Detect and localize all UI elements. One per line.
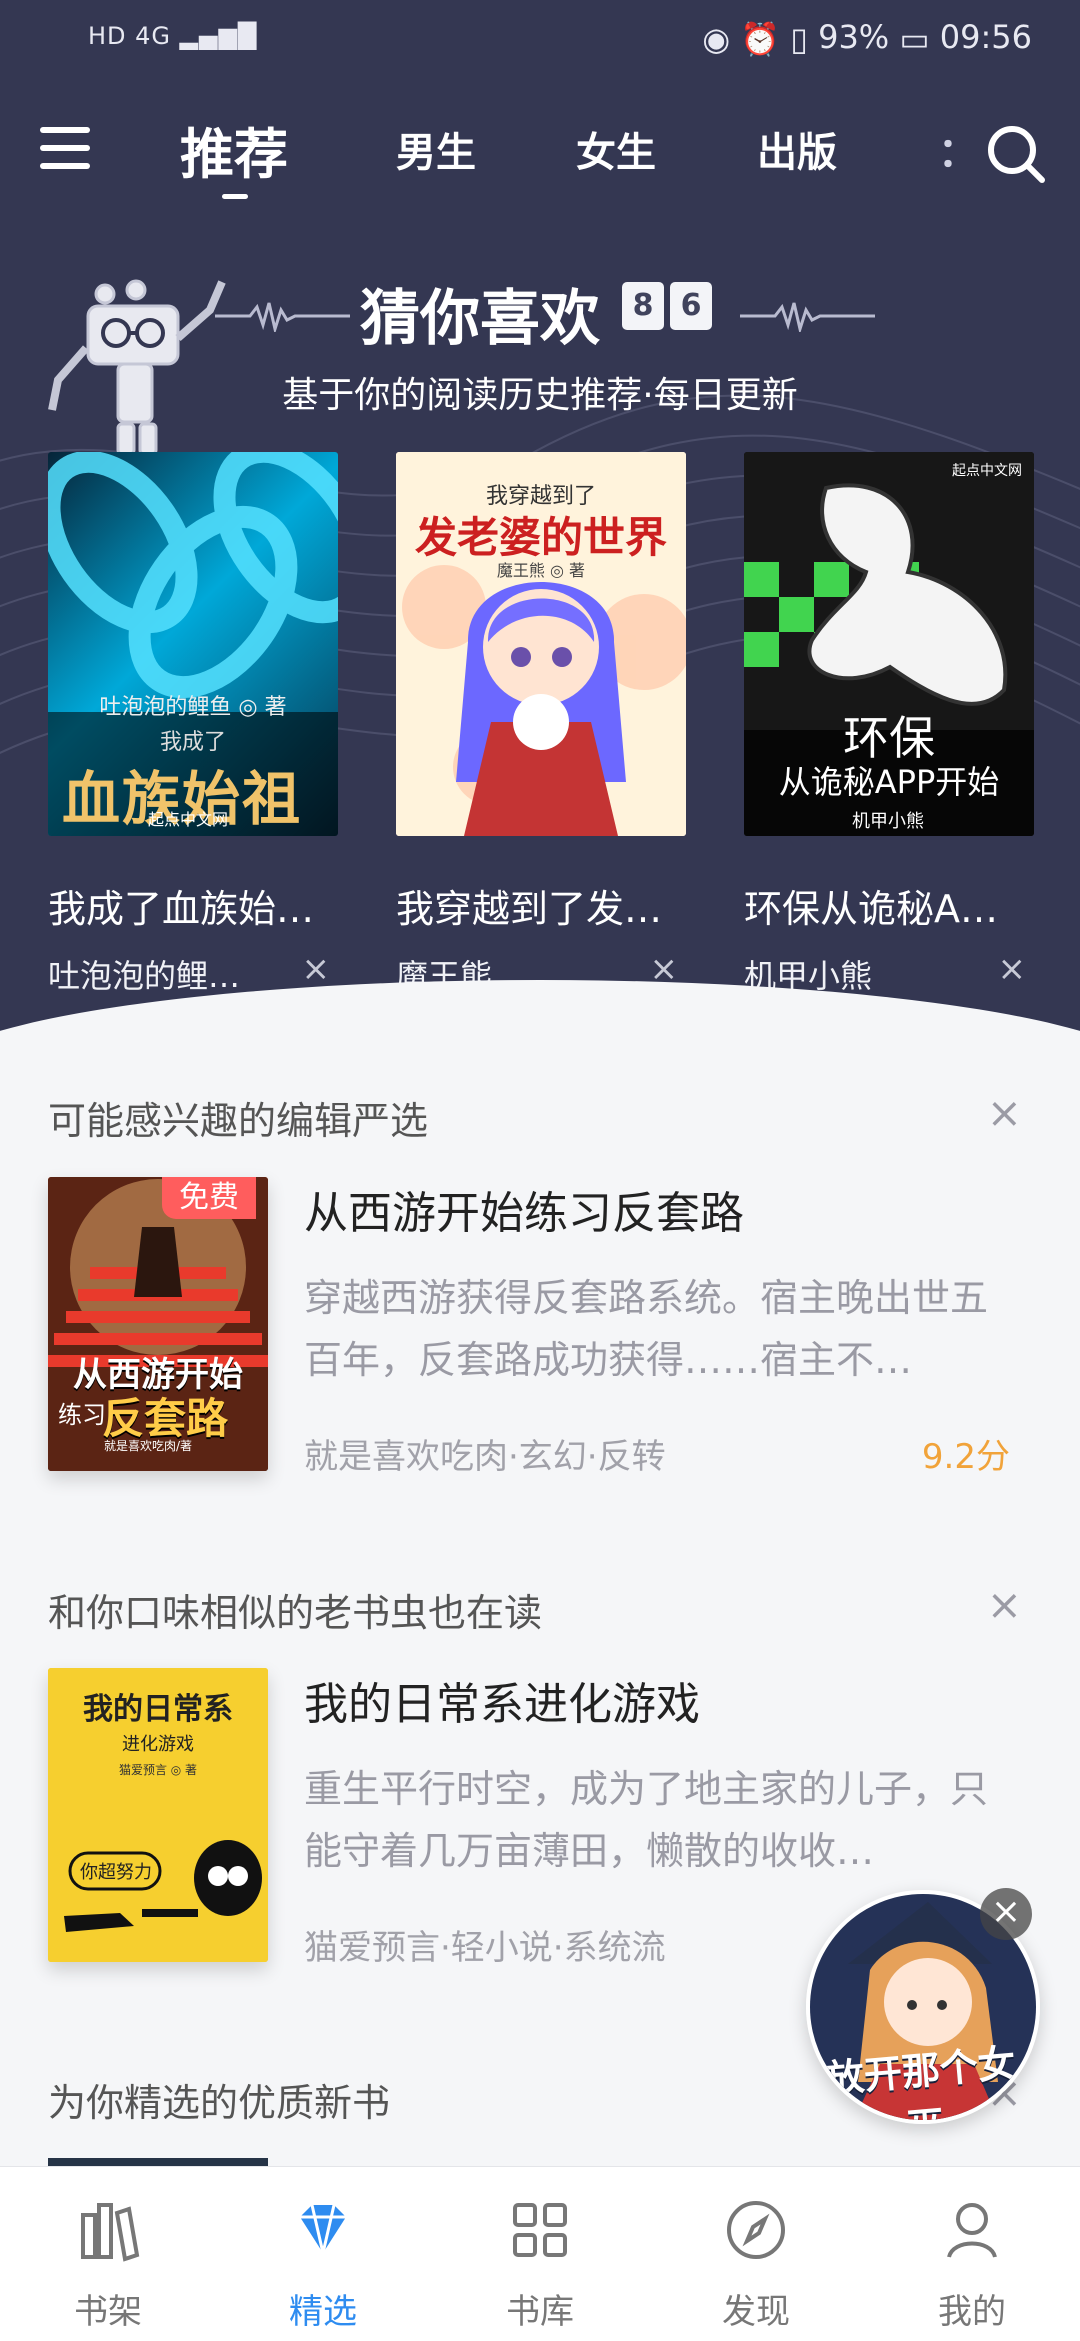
recommendation-subtitle: 基于你的阅读历史推荐·每日更新 [282, 375, 798, 416]
section-heading: 和你口味相似的老书虫也在读 [48, 1591, 543, 1635]
dismiss-icon[interactable]: × [998, 949, 1027, 989]
book-cover[interactable]: 我穿越到了 发老婆的世界 魔王熊 ◎ 著 [396, 452, 686, 836]
eye-icon: ◉ [702, 20, 731, 58]
guess-you-like-title: 猜你喜欢 [360, 284, 600, 354]
close-icon[interactable]: × [987, 1088, 1022, 1137]
search-icon[interactable] [984, 122, 1046, 184]
date-digits: 86 [622, 282, 718, 338]
date-digit: 6 [670, 282, 712, 330]
tab-male[interactable]: 男生 [396, 120, 476, 178]
bottom-tab-label: 发现 [722, 2292, 790, 2332]
close-icon[interactable]: × [980, 1888, 1032, 1940]
hero-book-card[interactable]: 起点中文网 环保 从诡秘APP开始 机甲小熊 环保从诡秘A… 机甲小熊 × [744, 452, 1034, 997]
recommendation-hero: HD 4G ▂▄▆█ ◉ ⏰ ▯ 93% ▭ 09:56 推荐 男生 女生 出版… [0, 0, 1080, 1050]
bottom-tab-profile[interactable]: 我的 [902, 2197, 1042, 2333]
user-icon [947, 2203, 997, 2258]
system-status: ◉ ⏰ ▯ 93% ▭ 09:56 [702, 18, 1032, 58]
free-badge: 免费 [162, 1177, 256, 1219]
bottom-tab-library[interactable]: 书库 [470, 2197, 610, 2333]
dismiss-icon[interactable]: × [302, 949, 331, 989]
network-status: HD 4G ▂▄▆█ [88, 22, 258, 50]
bottom-tab-discover[interactable]: 发现 [686, 2197, 826, 2333]
book-cover[interactable]: 我的日常系 进化游戏 猫爱预言 ◎ 著 你超努力 [48, 1668, 268, 1962]
section-heading: 为你精选的优质新书 [48, 2081, 391, 2125]
menu-icon[interactable] [40, 127, 90, 169]
book-author: 魔王熊 × [396, 949, 679, 995]
book-author: 机甲小熊 × [744, 949, 1027, 995]
date-digit: 8 [622, 282, 664, 330]
tab-partial[interactable]: ： [938, 120, 978, 178]
book-title[interactable]: 我穿越到了发… [396, 878, 686, 933]
alarm-icon: ⏰ [740, 20, 781, 58]
book-description: 穿越西游获得反套路系统。宿主晚出世五百年，反套路成功获得……宿主不… [304, 1276, 989, 1382]
bottom-tab-label: 书架 [74, 2292, 142, 2332]
bottom-tab-label: 书库 [506, 2292, 574, 2332]
book-meta: 猫爱预言·轻小说·系统流 [304, 1928, 666, 1968]
top-navigation: 推荐 男生 女生 出版 ： [0, 100, 1080, 210]
close-icon[interactable]: × [987, 1580, 1022, 1629]
tab-recommend[interactable]: 推荐 [180, 110, 288, 199]
book-title[interactable]: 我成了血族始… [48, 878, 338, 933]
grid-icon [513, 2203, 567, 2257]
bottom-navigation: 书架 精选 书库 发现 我的 [0, 2166, 1080, 2341]
book-title[interactable]: 从西游开始练习反套路 [304, 1177, 744, 1241]
book-description: 重生平行时空，成为了地主家的儿子，只能守着几万亩薄田，懒散的收收… [304, 1767, 989, 1873]
book-cover[interactable]: 起点中文网 环保 从诡秘APP开始 机甲小熊 [744, 452, 1034, 836]
battery-icon: ▭ [899, 20, 930, 58]
book-score: 9.2分 [921, 1437, 1010, 1477]
hero-book-card[interactable]: 吐泡泡的鲤鱼 ◎ 著 我成了 血族始祖 起点中文网 我成了血族始… 吐泡泡的鲤…… [48, 452, 338, 997]
bottom-tab-bookshelf[interactable]: 书架 [38, 2197, 178, 2333]
book-author: 吐泡泡的鲤… × [48, 949, 331, 995]
sound-wave-icon [215, 302, 350, 332]
sound-wave-icon [740, 302, 875, 332]
dismiss-icon[interactable]: × [650, 949, 679, 989]
bottom-tab-label: 我的 [938, 2292, 1006, 2332]
hero-book-card[interactable]: 我穿越到了 发老婆的世界 魔王熊 ◎ 著 我穿越到了发… 魔王熊 × [396, 452, 686, 997]
diamond-icon [300, 2204, 346, 2254]
recommended-book-card[interactable]: 免费 从西游开始 练习 反套路 就是喜欢吃肉/著 从西游开始练习反套路 穿越西游… [48, 1177, 1038, 1477]
bottom-tab-featured[interactable]: 精选 [253, 2197, 393, 2333]
book-cover[interactable]: 吐泡泡的鲤鱼 ◎ 著 我成了 血族始祖 起点中文网 [48, 452, 338, 836]
compass-icon [727, 2201, 785, 2259]
book-meta: 就是喜欢吃肉·玄幻·反转 [304, 1437, 666, 1477]
bottom-tab-label: 精选 [289, 2292, 357, 2332]
battery-percent: 93% [818, 18, 890, 56]
clock: 09:56 [939, 18, 1032, 56]
next-book-cover-edge [48, 2158, 268, 2166]
vibrate-icon: ▯ [790, 20, 808, 58]
book-title[interactable]: 我的日常系进化游戏 [304, 1668, 700, 1732]
bookshelf-icon [81, 2203, 140, 2262]
robot-illustration-icon [48, 279, 226, 456]
tab-female[interactable]: 女生 [576, 120, 656, 178]
book-cover[interactable]: 免费 从西游开始 练习 反套路 就是喜欢吃肉/著 [48, 1177, 268, 1471]
section-heading: 可能感兴趣的编辑严选 [48, 1099, 429, 1143]
book-title[interactable]: 环保从诡秘A… [744, 878, 1034, 933]
tab-publishing[interactable]: 出版 [757, 120, 837, 178]
status-bar: HD 4G ▂▄▆█ ◉ ⏰ ▯ 93% ▭ 09:56 [0, 0, 1080, 80]
